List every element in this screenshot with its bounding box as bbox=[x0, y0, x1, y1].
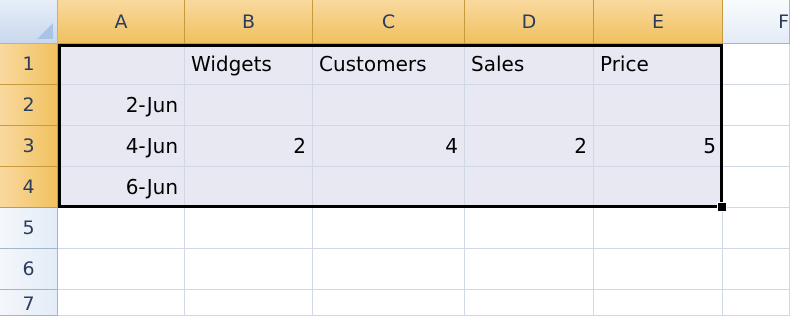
cell-f7[interactable] bbox=[723, 290, 790, 316]
cell-e4[interactable] bbox=[594, 167, 723, 208]
cell-b2[interactable] bbox=[185, 85, 313, 126]
cell-e7[interactable] bbox=[594, 290, 723, 316]
cell-e6[interactable] bbox=[594, 249, 723, 290]
row-header-6[interactable]: 6 bbox=[0, 249, 58, 290]
cell-f5[interactable] bbox=[723, 208, 790, 249]
cell-f6[interactable] bbox=[723, 249, 790, 290]
cell-e1[interactable]: Price bbox=[594, 44, 723, 85]
cell-a1[interactable] bbox=[58, 44, 185, 85]
column-header-b[interactable]: B bbox=[185, 0, 313, 44]
cell-b6[interactable] bbox=[185, 249, 313, 290]
row-header-2[interactable]: 2 bbox=[0, 85, 58, 126]
cell-f4[interactable] bbox=[723, 167, 790, 208]
column-header-c[interactable]: C bbox=[313, 0, 465, 44]
cell-c7[interactable] bbox=[313, 290, 465, 316]
column-header-e[interactable]: E bbox=[594, 0, 723, 44]
cell-d3[interactable]: 2 bbox=[465, 126, 594, 167]
cell-d2[interactable] bbox=[465, 85, 594, 126]
row-header-4[interactable]: 4 bbox=[0, 167, 58, 208]
cell-a3[interactable]: 4-Jun bbox=[58, 126, 185, 167]
row-header-3[interactable]: 3 bbox=[0, 126, 58, 167]
cell-b7[interactable] bbox=[185, 290, 313, 316]
spreadsheet-grid: A B C D E F 1 Widgets Customers Sales Pr… bbox=[0, 0, 790, 316]
cell-b1[interactable]: Widgets bbox=[185, 44, 313, 85]
cell-d4[interactable] bbox=[465, 167, 594, 208]
cell-e2[interactable] bbox=[594, 85, 723, 126]
row-header-1[interactable]: 1 bbox=[0, 44, 58, 85]
cell-d6[interactable] bbox=[465, 249, 594, 290]
cell-c5[interactable] bbox=[313, 208, 465, 249]
cell-a7[interactable] bbox=[58, 290, 185, 316]
row-header-7[interactable]: 7 bbox=[0, 290, 58, 316]
cell-f2[interactable] bbox=[723, 85, 790, 126]
column-header-f[interactable]: F bbox=[723, 0, 790, 44]
cell-c4[interactable] bbox=[313, 167, 465, 208]
cell-f3[interactable] bbox=[723, 126, 790, 167]
row-header-5[interactable]: 5 bbox=[0, 208, 58, 249]
cell-c3[interactable]: 4 bbox=[313, 126, 465, 167]
fill-handle-icon[interactable] bbox=[717, 202, 727, 212]
column-header-d[interactable]: D bbox=[465, 0, 594, 44]
cell-f1[interactable] bbox=[723, 44, 790, 85]
cell-c1[interactable]: Customers bbox=[313, 44, 465, 85]
cell-d5[interactable] bbox=[465, 208, 594, 249]
cell-b5[interactable] bbox=[185, 208, 313, 249]
cell-b4[interactable] bbox=[185, 167, 313, 208]
select-all-icon bbox=[37, 23, 53, 39]
cell-c6[interactable] bbox=[313, 249, 465, 290]
cell-a5[interactable] bbox=[58, 208, 185, 249]
cell-c2[interactable] bbox=[313, 85, 465, 126]
cell-d7[interactable] bbox=[465, 290, 594, 316]
cell-a6[interactable] bbox=[58, 249, 185, 290]
cell-a4[interactable]: 6-Jun bbox=[58, 167, 185, 208]
select-all-button[interactable] bbox=[0, 0, 58, 44]
cell-a2[interactable]: 2-Jun bbox=[58, 85, 185, 126]
cell-b3[interactable]: 2 bbox=[185, 126, 313, 167]
cell-e5[interactable] bbox=[594, 208, 723, 249]
column-header-a[interactable]: A bbox=[58, 0, 185, 44]
cell-e3[interactable]: 5 bbox=[594, 126, 723, 167]
cell-d1[interactable]: Sales bbox=[465, 44, 594, 85]
